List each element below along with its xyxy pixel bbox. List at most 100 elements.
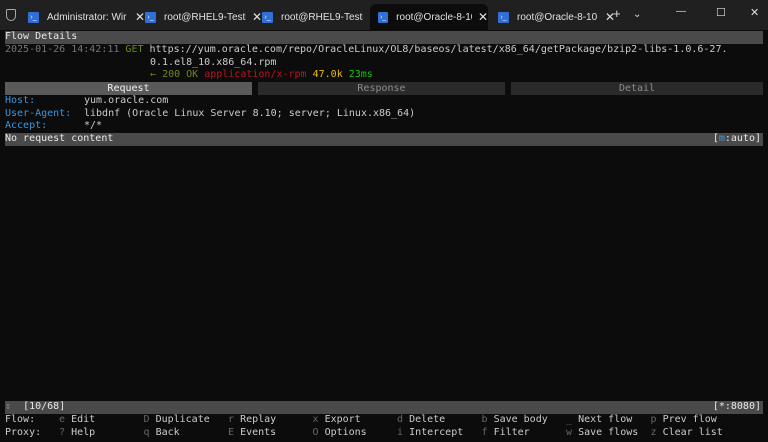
keybinding-help[interactable]: ? Help bbox=[59, 427, 95, 440]
tab-response[interactable]: Response bbox=[258, 82, 505, 95]
key-label: Delete bbox=[409, 414, 446, 425]
keybinding-export[interactable]: x Export bbox=[313, 414, 361, 427]
key: _ bbox=[566, 414, 573, 425]
timestamp: 2025-01-26 14:42:11 bbox=[5, 44, 120, 55]
header-name: User-Agent: bbox=[5, 108, 72, 119]
size: 47.0k bbox=[312, 69, 343, 80]
header-row: User-Agent: libdnf (Oracle Linux Server 8… bbox=[5, 108, 415, 121]
key-label: Filter bbox=[493, 427, 530, 438]
tab-3[interactable]: ›_ root@Oracle-8-10 ✕ bbox=[370, 4, 488, 30]
header-name: Accept: bbox=[5, 120, 48, 131]
no-content-text: No request content bbox=[5, 133, 114, 144]
response-line: ← 200 OK application/x-rpm 47.0k 23ms bbox=[150, 69, 373, 82]
status-code: 200 OK bbox=[162, 69, 199, 80]
tab-label: root@Oracle-8-10 bbox=[396, 11, 472, 23]
flow-request-line: 2025-01-26 14:42:11 GET https://yum.orac… bbox=[5, 44, 727, 57]
key: r bbox=[228, 414, 235, 425]
tab-1[interactable]: ›_ root@RHEL9-Testi ✕ bbox=[137, 4, 262, 30]
tab-label: Administrator: Wir bbox=[47, 11, 127, 23]
tab-0[interactable]: ›_ Administrator: Wir ✕ bbox=[20, 4, 145, 30]
key-label: Help bbox=[71, 427, 96, 438]
key: O bbox=[312, 427, 319, 438]
listen-address: [*:8080] bbox=[712, 401, 761, 412]
key: f bbox=[481, 427, 488, 438]
view-mode[interactable]: [m:auto] bbox=[713, 133, 761, 146]
powershell-icon: ›_ bbox=[262, 11, 273, 23]
keybinding-replay[interactable]: r Replay bbox=[228, 414, 276, 427]
key: p bbox=[650, 414, 657, 425]
key: z bbox=[650, 427, 657, 438]
new-tab-button[interactable]: + bbox=[613, 6, 621, 21]
tab-4[interactable]: ›_ root@Oracle-8-10 ✕ bbox=[490, 4, 615, 30]
key-label: Next flow bbox=[578, 414, 633, 425]
header-row: Host: yum.oracle.com bbox=[5, 95, 168, 108]
keybinding-prev-flow[interactable]: p Prev flow bbox=[651, 414, 717, 427]
powershell-icon: ›_ bbox=[378, 11, 389, 23]
tab-label: root@RHEL9-Testi bbox=[164, 11, 246, 23]
maximize-button[interactable]: ☐ bbox=[716, 6, 726, 19]
key-label: Replay bbox=[240, 414, 277, 425]
keybinding-filter[interactable]: f Filter bbox=[482, 427, 530, 440]
powershell-icon: ›_ bbox=[28, 11, 39, 23]
key: i bbox=[397, 427, 404, 438]
keybinding-events[interactable]: E Events bbox=[228, 427, 276, 440]
url-continuation: 0.1.el8_10.x86_64.rpm bbox=[150, 57, 277, 68]
tab-close-icon[interactable]: ✕ bbox=[478, 10, 488, 24]
shield-icon bbox=[6, 9, 16, 21]
title-bar: ›_ Administrator: Wir ✕ ›_ root@RHEL9-Testi… bbox=[0, 0, 768, 30]
keybinding-edit[interactable]: e Edit bbox=[59, 414, 95, 427]
key-label: Edit bbox=[71, 414, 96, 425]
key: d bbox=[397, 414, 404, 425]
key: x bbox=[312, 414, 319, 425]
key-label: Save flows bbox=[578, 427, 639, 438]
minimize-button[interactable]: — bbox=[676, 6, 686, 17]
key-label: Options bbox=[324, 427, 367, 438]
header-name: Host: bbox=[5, 95, 36, 106]
url: https://yum.oracle.com/repo/OracleLinux/… bbox=[149, 44, 728, 55]
view-mode-value: :auto] bbox=[724, 133, 761, 144]
proxy-label: Proxy: bbox=[5, 427, 42, 438]
tab-2[interactable]: ›_root@RHEL9-Testi✕ bbox=[254, 4, 379, 30]
duration: 23ms bbox=[348, 69, 373, 80]
header-value: libdnf (Oracle Linux Server 8.10; server… bbox=[84, 108, 416, 119]
key-label: Save body bbox=[493, 414, 548, 425]
tab-detail[interactable]: Detail bbox=[511, 82, 763, 95]
keybinding-back[interactable]: q Back bbox=[144, 427, 180, 440]
header-value: yum.oracle.com bbox=[84, 95, 169, 106]
tab-label: root@Oracle-8-10 bbox=[517, 11, 598, 23]
key: q bbox=[143, 427, 150, 438]
key-label: Events bbox=[240, 427, 277, 438]
key: e bbox=[59, 414, 66, 425]
tab-request[interactable]: Request bbox=[5, 82, 252, 95]
flow-position: [10/68] bbox=[23, 401, 66, 412]
flow-label: Flow: bbox=[5, 414, 36, 425]
content-type: application/x-rpm bbox=[204, 69, 307, 80]
key-label: Duplicate bbox=[155, 414, 210, 425]
powershell-icon: ›_ bbox=[498, 11, 509, 23]
key: D bbox=[143, 414, 150, 425]
keybinding-save-flows[interactable]: w Save flows bbox=[566, 427, 638, 440]
keybinding-duplicate[interactable]: D Duplicate bbox=[144, 414, 210, 427]
flow-details-header: Flow Details bbox=[5, 31, 763, 44]
content-bar: No request content [m:auto] bbox=[5, 133, 763, 146]
arrow-icon: ← bbox=[150, 69, 157, 80]
header-row: Accept: */* bbox=[5, 120, 102, 133]
key: w bbox=[566, 427, 573, 438]
close-button[interactable]: ✕ bbox=[750, 6, 759, 19]
keybinding-next-flow[interactable]: _ Next flow bbox=[566, 414, 632, 427]
keybinding-intercept[interactable]: i Intercept bbox=[397, 427, 463, 440]
method: GET bbox=[125, 44, 144, 55]
keybinding-save-body[interactable]: b Save body bbox=[482, 414, 548, 427]
key-label: Prev flow bbox=[662, 414, 717, 425]
tab-label: root@RHEL9-Testi bbox=[281, 11, 363, 23]
keybinding-clear-list[interactable]: z Clear list bbox=[651, 427, 723, 440]
key-label: Clear list bbox=[662, 427, 723, 438]
key-label: Back bbox=[155, 427, 180, 438]
header-value: */* bbox=[84, 120, 103, 131]
keybinding-delete[interactable]: d Delete bbox=[397, 414, 445, 427]
scroll-icon: ⇕ bbox=[5, 401, 12, 412]
status-bar: ⇕ [10/68] [*:8080] bbox=[5, 401, 763, 414]
keybinding-options[interactable]: O Options bbox=[313, 427, 367, 440]
dropdown-icon[interactable]: ⌄ bbox=[633, 9, 641, 20]
key-label: Intercept bbox=[409, 427, 464, 438]
